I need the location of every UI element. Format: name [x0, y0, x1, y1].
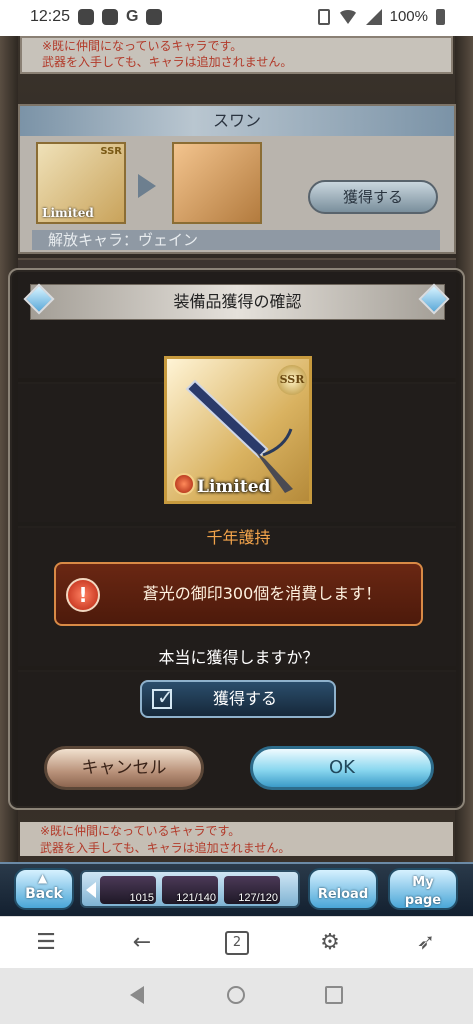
status-bar: 12:25 G 100%: [0, 0, 473, 36]
confirm-question: 本当に獲得しますか？: [158, 648, 319, 667]
tabs-button[interactable]: 2: [225, 931, 249, 955]
ssr-badge: SSR: [100, 146, 122, 157]
rocket-icon[interactable]: ➶: [414, 931, 438, 955]
acquire-button[interactable]: 獲得する: [308, 180, 438, 214]
nav-home-icon[interactable]: [227, 986, 245, 1004]
note-line: ※既に仲間になっているキャラです。: [42, 39, 243, 53]
resource-strip[interactable]: 1015 121/140 127/120: [80, 870, 300, 908]
note-line: 武器を入手しても、キャラは追加されません。: [42, 55, 293, 69]
nav-back-icon[interactable]: [130, 986, 144, 1004]
acquire-checkbox[interactable]: ✓ 獲得する: [140, 680, 336, 718]
cancel-button[interactable]: キャンセル: [44, 746, 204, 790]
game-area: ※既に仲間になっているキャラです。 武器を入手しても、キャラは追加されません。 …: [0, 36, 473, 916]
resource-item: 127/120: [224, 876, 280, 904]
cost-warning-text: 蒼光の御印300個を消費します！: [142, 584, 382, 603]
dialog-title: 装備品獲得の確認: [30, 284, 445, 320]
ok-button[interactable]: OK: [250, 746, 434, 790]
battery-icon: [436, 8, 445, 25]
game-footer: ▲ Back 1015 121/140 127/120 Reload My pa…: [0, 862, 473, 916]
arrow-right-icon: [138, 174, 156, 198]
weapon-thumbnail[interactable]: SSR Limited: [36, 142, 126, 224]
arrow-left-icon: [86, 882, 96, 898]
note-line: 武器を入手しても、キャラは追加されません。: [40, 841, 291, 855]
limited-badge: Limited: [42, 206, 94, 220]
notification-icons: G: [78, 8, 163, 25]
back-label: Back: [25, 886, 63, 902]
confirm-dialog: 装備品獲得の確認 SSR Limited 千年護持 ! 蒼光の御印300個を消費…: [8, 268, 465, 810]
limited-badge: Limited: [197, 477, 271, 497]
element-icon: [173, 473, 195, 495]
resource-item: 121/140: [162, 876, 218, 904]
notification-app-icon: [78, 9, 94, 25]
back-button[interactable]: ▲ Back: [14, 868, 74, 910]
back-arrow-icon[interactable]: ←: [130, 931, 154, 955]
acquire-checkbox-label: 獲得する: [212, 689, 277, 708]
google-icon: G: [126, 8, 139, 25]
mypage-button[interactable]: My page: [388, 868, 458, 910]
exclamation-icon: !: [66, 578, 100, 612]
item-name: 千年護持: [206, 528, 271, 547]
vibrate-icon: [317, 8, 330, 25]
system-icons: 100%: [317, 8, 445, 25]
mypage-label: page: [404, 893, 442, 908]
battery-percent: 100%: [389, 8, 428, 25]
resource-value: 121/140: [176, 892, 216, 904]
unlock-character-label: 解放キャラ：ヴェイン: [32, 230, 440, 250]
note-line: ※既に仲間になっているキャラです。: [40, 824, 241, 838]
card-title: スワン: [20, 106, 454, 136]
reload-button[interactable]: Reload: [308, 868, 378, 910]
resource-value: 1015: [129, 892, 154, 904]
resource-item: 1015: [100, 876, 156, 904]
menu-icon[interactable]: ☰: [34, 931, 58, 955]
signal-icon: [365, 8, 382, 25]
weapon-card: スワン SSR Limited 獲得する 解放キャラ：ヴェイン: [18, 104, 456, 254]
wifi-icon: [337, 9, 358, 24]
browser-toolbar: ☰ ← 2 ⚙ ➶: [0, 916, 473, 968]
status-time: 12:25: [30, 8, 71, 25]
ssr-badge: SSR: [277, 365, 307, 395]
system-nav-bar: [0, 968, 473, 1024]
character-note: ※既に仲間になっているキャラです。 武器を入手しても、キャラは追加されません。: [20, 822, 453, 856]
settings-icon[interactable]: ⚙: [318, 931, 342, 955]
cost-warning: ! 蒼光の御印300個を消費します！: [54, 562, 423, 626]
notification-app-icon: [102, 9, 118, 25]
item-image: SSR Limited: [164, 356, 312, 504]
arrow-up-icon: ▲: [38, 871, 48, 885]
image-icon: [146, 9, 163, 25]
character-note: ※既に仲間になっているキャラです。 武器を入手しても、キャラは追加されません。: [20, 36, 453, 74]
nav-recents-icon[interactable]: [325, 986, 343, 1004]
mypage-label: My: [412, 875, 434, 890]
resource-value: 127/120: [238, 892, 278, 904]
character-thumbnail[interactable]: [172, 142, 262, 224]
